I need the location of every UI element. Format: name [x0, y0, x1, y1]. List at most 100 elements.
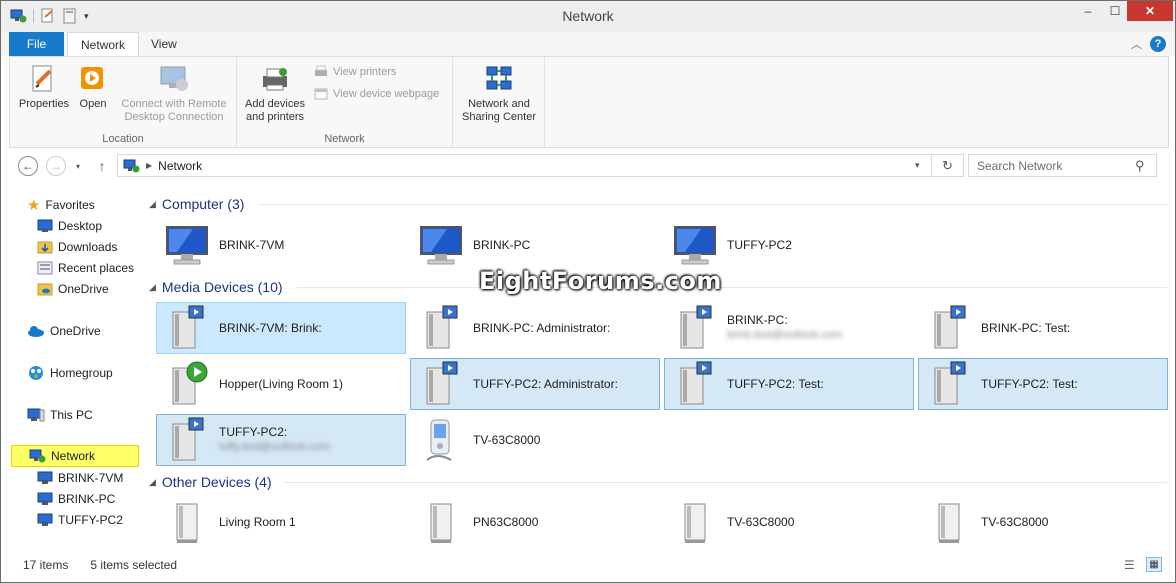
- nav-recent-places[interactable]: Recent places: [37, 257, 134, 278]
- large-icons-view-icon[interactable]: ▦: [1146, 557, 1162, 572]
- media-device-tile[interactable]: TUFFY-PC2: Administrator:: [410, 358, 660, 410]
- help-icon[interactable]: ?: [1150, 36, 1166, 52]
- tab-view[interactable]: View: [138, 32, 190, 56]
- ribbon-group-network: Add devices and printers View printers V…: [237, 57, 453, 147]
- view-printers-button[interactable]: View printers: [313, 64, 396, 80]
- media-device-tile[interactable]: TUFFY-PC2: tuffy.test@outlook.com: [156, 414, 406, 466]
- computer-name: BRINK-PC: [473, 237, 531, 252]
- properties-button[interactable]: Properties: [16, 63, 72, 111]
- up-arrow-icon[interactable]: ↑: [91, 155, 113, 177]
- tab-file[interactable]: File: [9, 32, 64, 56]
- forward-button[interactable]: →: [45, 155, 67, 177]
- nav-desktop[interactable]: Desktop: [37, 215, 102, 236]
- ribbon-group-location: Properties Open Connect with Remote Desk…: [10, 57, 237, 147]
- computer-name: TUFFY-PC2: [727, 237, 792, 252]
- tv-device-icon: [426, 419, 452, 461]
- media-server-icon: [172, 305, 204, 349]
- media-device-name: TUFFY-PC2: Test:: [727, 376, 824, 391]
- breadcrumb-network[interactable]: Network: [158, 159, 202, 173]
- media-device-tile[interactable]: BRINK-PC: Administrator:: [410, 302, 660, 354]
- other-device-tile[interactable]: PN63C8000: [410, 496, 660, 548]
- group-divider: [283, 482, 1167, 483]
- collapse-icon: ◢: [149, 476, 156, 487]
- computer-tile[interactable]: BRINK-7VM: [156, 219, 406, 271]
- divider: [931, 155, 932, 176]
- generic-device-icon: [684, 503, 706, 543]
- nav-homegroup[interactable]: Homegroup: [27, 362, 113, 383]
- media-device-label: TUFFY-PC2:: [219, 425, 288, 439]
- other-device-tile[interactable]: TV-63C8000: [918, 496, 1168, 548]
- view-webpage-icon: [314, 88, 328, 100]
- group-title-computer: Computer (3): [161, 196, 245, 212]
- nav-homegroup-label: Homegroup: [50, 365, 113, 380]
- nav-tuffy-pc2[interactable]: TUFFY-PC2: [37, 509, 123, 530]
- network-sharing-center-button[interactable]: Network and Sharing Center: [457, 63, 541, 124]
- remote-desktop-label-2: Desktop Connection: [124, 111, 224, 123]
- other-device-name: TV-63C8000: [981, 514, 1049, 529]
- nav-onedrive[interactable]: OneDrive: [27, 320, 101, 341]
- ribbon-group-label-network: Network: [324, 133, 365, 145]
- recent-places-icon: [37, 261, 53, 274]
- maximize-button[interactable]: ☐: [1101, 1, 1129, 21]
- details-view-icon[interactable]: ☰: [1124, 558, 1135, 572]
- media-device-name: Hopper(Living Room 1): [219, 376, 344, 391]
- media-device-tile[interactable]: BRINK-PC: brink.test@outlook.com: [664, 302, 914, 354]
- nav-network-label: Network: [51, 449, 96, 463]
- nav-onedrive-favorite[interactable]: OneDrive: [37, 278, 109, 299]
- nav-downloads[interactable]: Downloads: [37, 236, 117, 257]
- remote-desktop-button[interactable]: Connect with Remote Desktop Connection: [114, 63, 234, 124]
- group-header-media[interactable]: ◢ Media Devices (10): [149, 277, 283, 297]
- computer-tile[interactable]: TUFFY-PC2: [664, 219, 914, 271]
- media-device-label: BRINK-PC:: [727, 313, 788, 327]
- media-device-tile[interactable]: TUFFY-PC2: Test:: [918, 358, 1168, 410]
- refresh-icon[interactable]: ↻: [942, 158, 953, 174]
- star-icon: ★: [27, 196, 41, 214]
- nav-brink-pc[interactable]: BRINK-PC: [37, 488, 115, 509]
- view-device-webpage-button[interactable]: View device webpage: [313, 86, 439, 102]
- close-button[interactable]: ✕: [1127, 1, 1173, 21]
- tab-network[interactable]: Network: [67, 32, 140, 57]
- nav-favorites[interactable]: ★ Favorites: [27, 194, 95, 215]
- network-sharing-label-2: Sharing Center: [462, 111, 536, 123]
- media-device-tile[interactable]: BRINK-PC: Test:: [918, 302, 1168, 354]
- group-header-other[interactable]: ◢ Other Devices (4): [149, 472, 272, 492]
- search-icon[interactable]: ⚲: [1135, 158, 1145, 174]
- nav-this-pc[interactable]: This PC: [27, 404, 93, 425]
- group-divider: [297, 287, 1167, 288]
- search-box[interactable]: Search Network ⚲: [968, 154, 1157, 177]
- media-device-tile[interactable]: TUFFY-PC2: Test:: [664, 358, 914, 410]
- media-device-tile[interactable]: Hopper(Living Room 1): [156, 358, 406, 410]
- address-dropdown-icon[interactable]: ▾: [915, 160, 920, 171]
- address-bar[interactable]: ▶ Network ▾ ↻: [117, 154, 964, 177]
- open-button[interactable]: Open: [74, 63, 112, 111]
- other-device-name: PN63C8000: [473, 514, 539, 529]
- recent-locations-icon[interactable]: ▾: [67, 155, 89, 177]
- nav-onedrive-favorite-label: OneDrive: [58, 281, 109, 296]
- other-device-tile[interactable]: TV-63C8000: [664, 496, 914, 548]
- group-header-computer[interactable]: ◢ Computer (3): [149, 194, 244, 214]
- add-devices-button[interactable]: Add devices and printers: [241, 63, 309, 124]
- media-server-icon: [934, 305, 966, 349]
- computer-tile[interactable]: BRINK-PC: [410, 219, 660, 271]
- ribbon-group-label-location: Location: [102, 133, 144, 145]
- media-player-icon: [172, 361, 208, 405]
- media-device-tile[interactable]: BRINK-7VM: Brink:: [156, 302, 406, 354]
- breadcrumb-separator-icon[interactable]: ▶: [146, 161, 152, 170]
- minimize-button[interactable]: –: [1074, 1, 1102, 21]
- this-pc-icon: [27, 408, 45, 421]
- group-divider: [259, 204, 1167, 205]
- media-device-name: TUFFY-PC2: tuffy.test@outlook.com: [219, 425, 330, 455]
- nav-network[interactable]: Network: [11, 445, 139, 467]
- ribbon: Properties Open Connect with Remote Desk…: [9, 56, 1169, 148]
- content-pane: ◢ Computer (3) BRINK-7VM BRINK-PC TUFFY-P…: [149, 183, 1175, 553]
- title-bar: ▾ Network – ☐ ✕: [1, 1, 1175, 32]
- nav-brink-7vm[interactable]: BRINK-7VM: [37, 467, 123, 488]
- collapse-icon: ◢: [149, 198, 156, 209]
- generic-device-icon: [938, 503, 960, 543]
- media-device-email: brink.test@outlook.com: [727, 329, 843, 341]
- collapse-ribbon-icon[interactable]: ︿: [1131, 36, 1142, 52]
- back-button[interactable]: ←: [17, 155, 39, 177]
- media-device-tile[interactable]: TV-63C8000: [410, 414, 660, 466]
- other-device-tile[interactable]: Living Room 1: [156, 496, 406, 548]
- selected-count: 5 items selected: [90, 558, 178, 572]
